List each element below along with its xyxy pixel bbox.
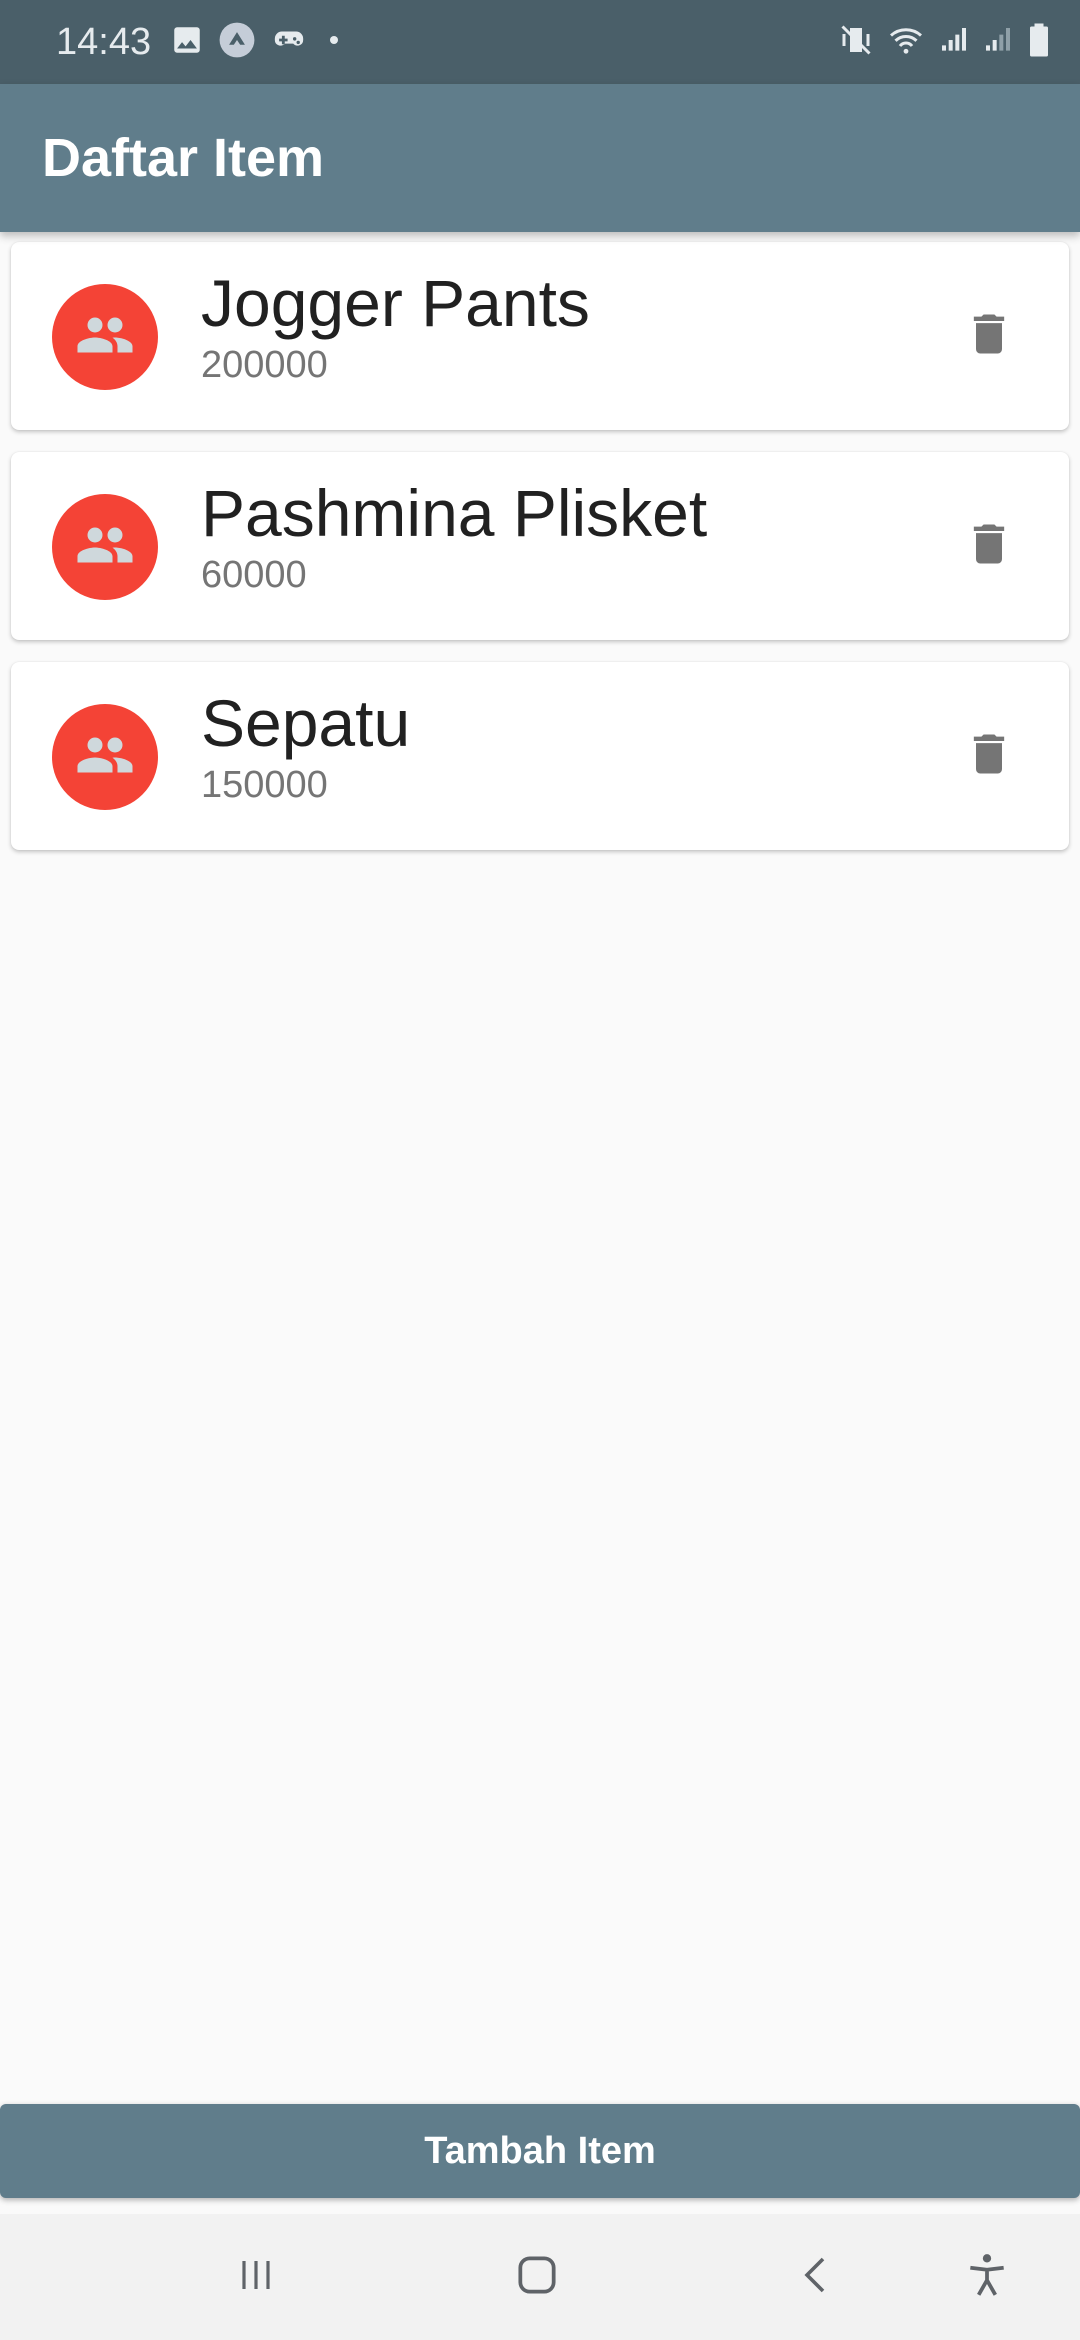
- app-bar: Daftar Item: [0, 84, 1080, 232]
- add-item-button[interactable]: Tambah Item: [0, 2104, 1080, 2198]
- trash-icon: [963, 518, 1015, 575]
- back-button[interactable]: [772, 2234, 862, 2320]
- cell-signal-2-icon: [982, 23, 1014, 62]
- delete-button[interactable]: [945, 502, 1033, 590]
- avatar: [52, 494, 158, 600]
- delete-button[interactable]: [945, 292, 1033, 380]
- avatar: [52, 284, 158, 390]
- battery-icon: [1026, 22, 1052, 63]
- people-icon: [75, 515, 135, 580]
- sync-icon: [218, 21, 256, 64]
- list-item[interactable]: Sepatu 150000: [11, 662, 1069, 850]
- item-price: 200000: [201, 344, 328, 386]
- status-left-icons: [170, 22, 346, 62]
- item-name: Jogger Pants: [201, 266, 590, 340]
- item-name: Sepatu: [201, 686, 411, 760]
- back-icon: [793, 2251, 841, 2304]
- cell-signal-icon: [938, 23, 970, 62]
- accessibility-icon: [962, 2250, 1012, 2305]
- home-button[interactable]: [492, 2234, 582, 2320]
- accessibility-button[interactable]: [942, 2234, 1032, 2320]
- mute-vibrate-icon: [838, 22, 874, 63]
- status-right-icons: [838, 22, 1052, 62]
- page-title: Daftar Item: [42, 128, 325, 188]
- image-icon: [170, 23, 204, 62]
- recent-apps-icon: [232, 2251, 280, 2304]
- notification-dot-icon: [322, 28, 346, 57]
- system-nav-bar: [0, 2214, 1080, 2340]
- list-item[interactable]: Jogger Pants 200000: [11, 242, 1069, 430]
- item-name: Pashmina Plisket: [201, 476, 708, 550]
- home-icon: [512, 2250, 562, 2305]
- people-icon: [75, 725, 135, 790]
- status-bar: 14:43: [0, 0, 1080, 84]
- item-price: 150000: [201, 764, 328, 806]
- trash-icon: [963, 308, 1015, 365]
- delete-button[interactable]: [945, 712, 1033, 800]
- wifi-icon: [886, 22, 926, 63]
- trash-icon: [963, 728, 1015, 785]
- item-list: Jogger Pants 200000 Pashmina Plisket 600…: [11, 242, 1069, 872]
- list-item[interactable]: Pashmina Plisket 60000: [11, 452, 1069, 640]
- avatar: [52, 704, 158, 810]
- status-time: 14:43: [56, 21, 152, 63]
- item-price: 60000: [201, 554, 307, 596]
- recent-apps-button[interactable]: [211, 2234, 301, 2320]
- people-icon: [75, 305, 135, 370]
- game-controller-icon: [270, 23, 308, 62]
